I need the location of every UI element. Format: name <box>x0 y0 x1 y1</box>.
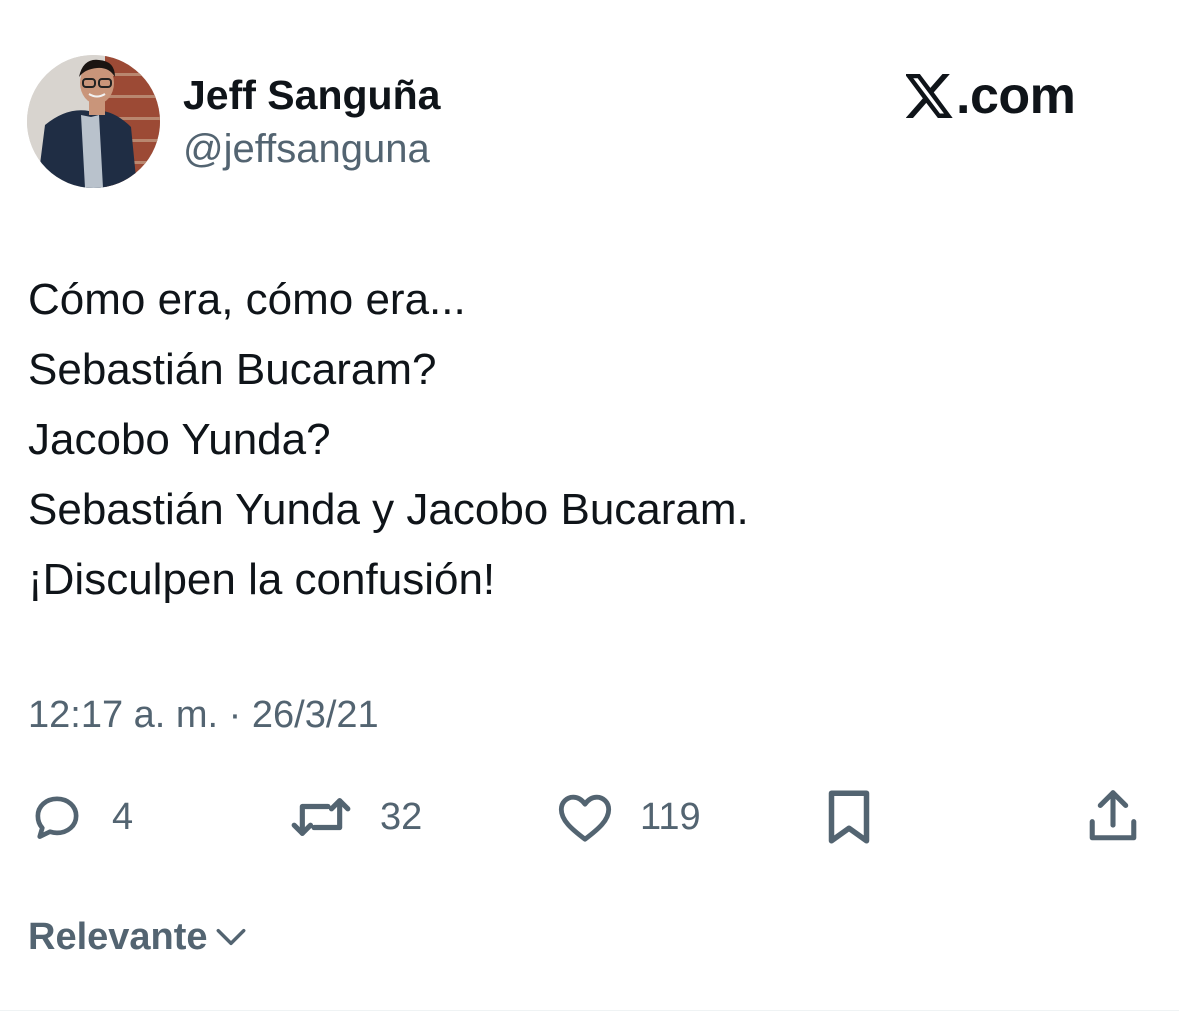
tweet-line: Sebastián Yunda y Jacobo Bucaram. <box>28 485 749 534</box>
bookmark-button[interactable] <box>824 787 874 847</box>
avatar-photo <box>27 55 160 188</box>
tweet-text: Cómo era, cómo era... Sebastián Bucaram?… <box>28 265 1148 615</box>
divider <box>0 1010 1179 1011</box>
brand-text: .com <box>956 67 1076 125</box>
bookmark-icon <box>828 790 870 844</box>
sort-label: Relevante <box>28 916 208 958</box>
tweet-line: ¡Disculpen la confusión! <box>28 555 496 604</box>
tweet-line: Jacobo Yunda? <box>28 415 331 464</box>
tweet-line: Sebastián Bucaram? <box>28 345 437 394</box>
reply-icon <box>35 796 79 839</box>
like-button[interactable]: 119 <box>556 787 701 847</box>
reply-button[interactable]: 4 <box>28 787 133 847</box>
share-button[interactable] <box>1085 787 1141 847</box>
author-display-name[interactable]: Jeff Sanguña <box>183 70 440 120</box>
share-icon <box>1089 790 1137 841</box>
tweet-timestamp[interactable]: 12:17 a. m. · 26/3/21 <box>28 690 379 740</box>
heart-icon <box>558 794 612 842</box>
author-handle[interactable]: @jeffsanguna <box>183 124 430 174</box>
avatar[interactable] <box>27 55 160 188</box>
chevron-down-icon <box>216 928 245 946</box>
brand-watermark: .com <box>906 66 1076 126</box>
tweet-line: Cómo era, cómo era... <box>28 275 466 324</box>
like-count: 119 <box>640 796 701 838</box>
retweet-icon <box>291 798 351 836</box>
retweet-count: 32 <box>380 796 423 838</box>
x-logo-icon <box>906 74 953 118</box>
retweet-button[interactable]: 32 <box>288 787 422 847</box>
reply-count: 4 <box>112 796 134 838</box>
sort-dropdown[interactable]: Relevante <box>28 912 248 962</box>
